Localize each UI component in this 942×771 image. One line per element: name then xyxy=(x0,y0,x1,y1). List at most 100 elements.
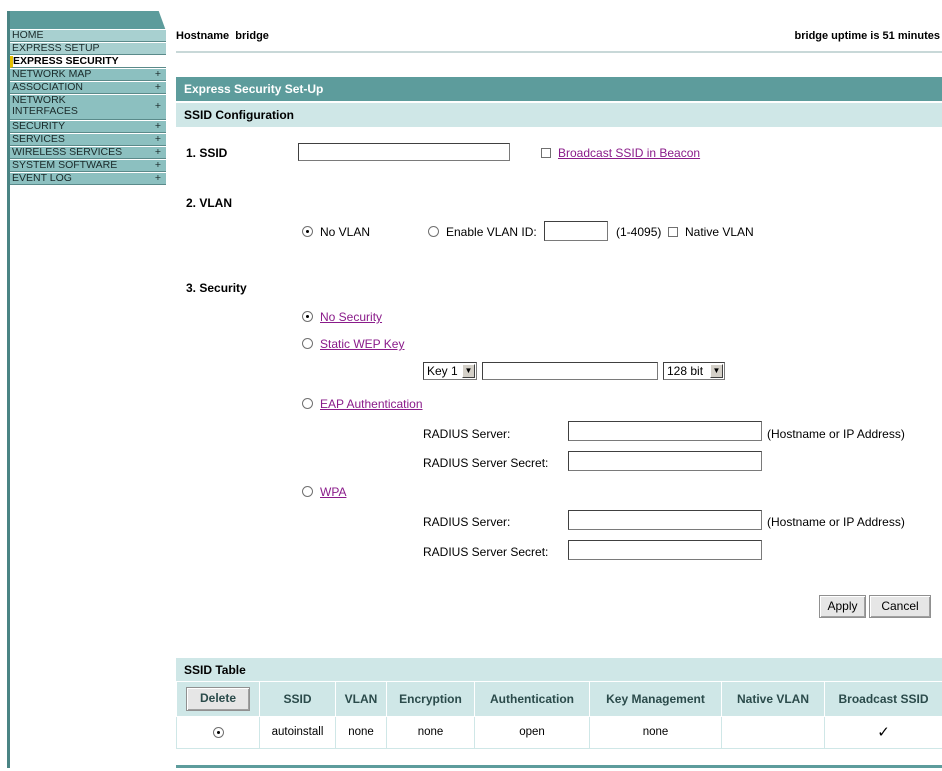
cancel-button[interactable]: Cancel xyxy=(869,595,931,618)
no-security-link[interactable]: No Security xyxy=(320,310,382,324)
sidebar-item-wireless-services[interactable]: WIRELESS SERVICES + xyxy=(10,147,166,159)
sidebar-header xyxy=(10,11,166,29)
security-heading: 3. Security xyxy=(186,281,247,295)
section-ssid-configuration: SSID Configuration xyxy=(176,103,942,127)
cell-native-vlan xyxy=(721,715,825,749)
enable-vlan-label: Enable VLAN ID: xyxy=(446,225,537,239)
column-header-encryption: Encryption xyxy=(386,681,475,717)
eap-radius-hint: (Hostname or IP Address) xyxy=(767,427,905,441)
sidebar-item-services[interactable]: SERVICES + xyxy=(10,134,166,146)
native-vlan-checkbox[interactable] xyxy=(668,227,678,237)
expand-plus-icon[interactable]: + xyxy=(155,121,161,132)
eap-radius-secret-label: RADIUS Server Secret: xyxy=(423,456,549,470)
sidebar-item-express-setup[interactable]: EXPRESS SETUP xyxy=(10,43,166,55)
sidebar-item-network-interfaces[interactable]: NETWORK INTERFACES + xyxy=(10,95,166,120)
wpa-link[interactable]: WPA xyxy=(320,485,346,499)
expand-plus-icon[interactable]: + xyxy=(155,160,161,171)
key-size-value: 128 bit xyxy=(667,364,704,378)
bottom-divider xyxy=(176,765,942,768)
vlan-range-label: (1-4095) xyxy=(616,225,662,239)
native-vlan-label: Native VLAN xyxy=(685,225,754,239)
column-header-native-vlan: Native VLAN xyxy=(721,681,825,717)
cell-encryption: none xyxy=(386,715,475,749)
ssid-table: Delete SSID VLAN Encryption Authenticati… xyxy=(176,681,942,749)
apply-button[interactable]: Apply xyxy=(819,595,866,618)
sidebar-item-event-log[interactable]: EVENT LOG + xyxy=(10,173,166,185)
key-index-select[interactable]: Key 1 ▼ xyxy=(423,362,477,380)
sidebar-item-label: WIRELESS SERVICES xyxy=(12,146,123,158)
enable-vlan-radio[interactable] xyxy=(428,226,439,237)
column-header-broadcast-ssid: Broadcast SSID xyxy=(824,681,942,717)
wep-key-input[interactable] xyxy=(482,362,658,380)
column-header-key-management: Key Management xyxy=(589,681,722,717)
expand-plus-icon[interactable]: + xyxy=(155,69,161,80)
chevron-down-icon: ▼ xyxy=(462,364,475,378)
expand-plus-icon[interactable]: + xyxy=(155,134,161,145)
ssid-heading: 1. SSID xyxy=(186,146,228,160)
wpa-radius-secret-input[interactable] xyxy=(568,540,762,560)
column-header-authentication: Authentication xyxy=(474,681,590,717)
expand-plus-icon[interactable]: + xyxy=(155,147,161,158)
hostname-label: Hostname bridge xyxy=(176,30,269,42)
eap-radius-server-input[interactable] xyxy=(568,421,762,441)
delete-column-header: Delete xyxy=(176,681,260,717)
eap-radius-server-label: RADIUS Server: xyxy=(423,427,511,441)
header-divider xyxy=(176,51,942,53)
sidebar-item-association[interactable]: ASSOCIATION + xyxy=(10,82,166,94)
sidebar-item-system-software[interactable]: SYSTEM SOFTWARE + xyxy=(10,160,166,172)
broadcast-ssid-checkbox[interactable] xyxy=(541,148,551,158)
row-select-radio[interactable] xyxy=(212,726,224,738)
row-select-cell xyxy=(176,715,260,749)
no-security-radio[interactable] xyxy=(302,311,313,322)
key-size-select[interactable]: 128 bit ▼ xyxy=(663,362,725,380)
expand-plus-icon[interactable]: + xyxy=(155,173,161,184)
checkmark-icon: ✓ xyxy=(824,715,942,749)
eap-radius-secret-input[interactable] xyxy=(568,451,762,471)
no-vlan-label: No VLAN xyxy=(320,225,371,239)
sidebar-item-security[interactable]: SECURITY + xyxy=(10,121,166,133)
wpa-radius-hint: (Hostname or IP Address) xyxy=(767,515,905,529)
ssid-table-title: SSID Table xyxy=(176,658,942,682)
table-row: autoinstall none none open none ✓ xyxy=(176,715,942,749)
cell-ssid: autoinstall xyxy=(259,715,336,749)
vlan-id-input[interactable] xyxy=(544,221,608,241)
key-index-value: Key 1 xyxy=(427,364,458,378)
wpa-radius-secret-label: RADIUS Server Secret: xyxy=(423,545,549,559)
sidebar-item-label: ASSOCIATION xyxy=(12,81,83,93)
sidebar-nav: HOME EXPRESS SETUP EXPRESS SECURITY NETW… xyxy=(7,11,166,768)
chevron-down-icon: ▼ xyxy=(710,364,723,378)
eap-radio[interactable] xyxy=(302,398,313,409)
no-vlan-radio[interactable] xyxy=(302,226,313,237)
sidebar-item-home[interactable]: HOME xyxy=(10,30,166,42)
sidebar-item-label: EVENT LOG xyxy=(12,172,72,184)
wpa-radio[interactable] xyxy=(302,486,313,497)
delete-button[interactable]: Delete xyxy=(186,686,250,711)
uptime-label: bridge uptime is 51 minutes xyxy=(794,30,940,42)
static-wep-radio[interactable] xyxy=(302,338,313,349)
column-header-ssid: SSID xyxy=(259,681,336,717)
sidebar-item-label: NETWORK MAP xyxy=(12,68,92,80)
vlan-heading: 2. VLAN xyxy=(186,196,233,210)
sidebar-item-label: SECURITY xyxy=(12,120,66,132)
static-wep-link[interactable]: Static WEP Key xyxy=(320,337,404,351)
cell-vlan: none xyxy=(335,715,387,749)
column-header-vlan: VLAN xyxy=(335,681,387,717)
ssid-input[interactable] xyxy=(298,143,510,161)
sidebar-item-label: EXPRESS SETUP xyxy=(12,42,100,54)
sidebar-item-label: EXPRESS SECURITY xyxy=(13,55,119,67)
sidebar-item-express-security[interactable]: EXPRESS SECURITY xyxy=(10,56,166,68)
cell-authentication: open xyxy=(474,715,590,749)
sidebar-item-label: HOME xyxy=(12,29,44,41)
sidebar-item-network-map[interactable]: NETWORK MAP + xyxy=(10,69,166,81)
cell-key-management: none xyxy=(589,715,722,749)
wpa-radius-server-input[interactable] xyxy=(568,510,762,530)
expand-plus-icon[interactable]: + xyxy=(155,82,161,93)
eap-authentication-link[interactable]: EAP Authentication xyxy=(320,397,423,411)
sidebar-item-label: NETWORK INTERFACES xyxy=(12,94,78,117)
sidebar-item-label: SYSTEM SOFTWARE xyxy=(12,159,118,171)
panel-title: Express Security Set-Up xyxy=(176,77,942,101)
ssid-table-header-row: Delete SSID VLAN Encryption Authenticati… xyxy=(176,681,942,717)
broadcast-ssid-link[interactable]: Broadcast SSID in Beacon xyxy=(558,146,700,160)
sidebar-item-label: SERVICES xyxy=(12,133,65,145)
expand-plus-icon[interactable]: + xyxy=(155,101,161,112)
